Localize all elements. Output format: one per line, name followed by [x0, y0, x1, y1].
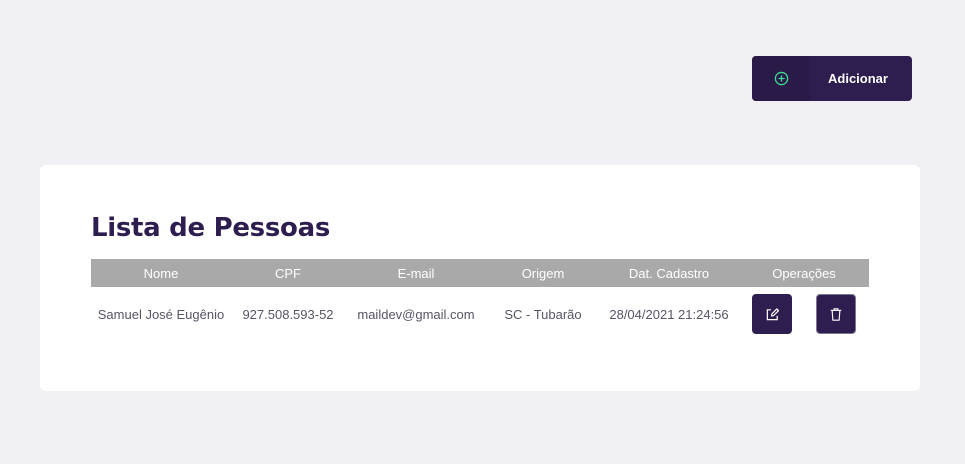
column-header-nome: Nome	[143, 265, 179, 281]
people-table: Nome CPF E-mail Origem Dat. Cadastro Ope…	[91, 259, 869, 341]
trash-icon	[830, 307, 842, 321]
edit-button[interactable]	[752, 294, 792, 334]
column-header-cpf: CPF	[275, 265, 301, 281]
cell-origem: SC - Tubarão	[504, 306, 582, 322]
cell-nome: Samuel José Eugênio	[97, 306, 225, 322]
table-header-row: Nome CPF E-mail Origem Dat. Cadastro Ope…	[91, 259, 869, 287]
add-button-label: Adicionar	[828, 71, 888, 86]
edit-icon	[766, 307, 779, 320]
cell-cpf: 927.508.593-52	[242, 306, 334, 322]
cell-operacoes	[739, 287, 869, 341]
cell-cadastro: 28/04/2021 21:24:56	[609, 306, 729, 322]
column-header-cadastro: Dat. Cadastro	[628, 265, 710, 281]
page-title: Lista de Pessoas	[91, 213, 331, 243]
delete-button[interactable]	[816, 294, 856, 334]
column-header-origem: Origem	[521, 265, 565, 281]
cell-email: maildev@gmail.com	[357, 306, 475, 322]
add-button[interactable]: Adicionar	[752, 56, 912, 101]
row-operations	[739, 294, 869, 334]
plus-circle-icon	[774, 71, 788, 86]
column-header-operacoes: Operações	[772, 265, 836, 281]
people-list-card: Lista de Pessoas Nome CPF E-mail Origem …	[40, 165, 920, 391]
table-row: Samuel José Eugênio 927.508.593-52 maild…	[91, 287, 869, 341]
column-header-email: E-mail	[397, 265, 435, 281]
add-icon-box	[752, 56, 810, 101]
